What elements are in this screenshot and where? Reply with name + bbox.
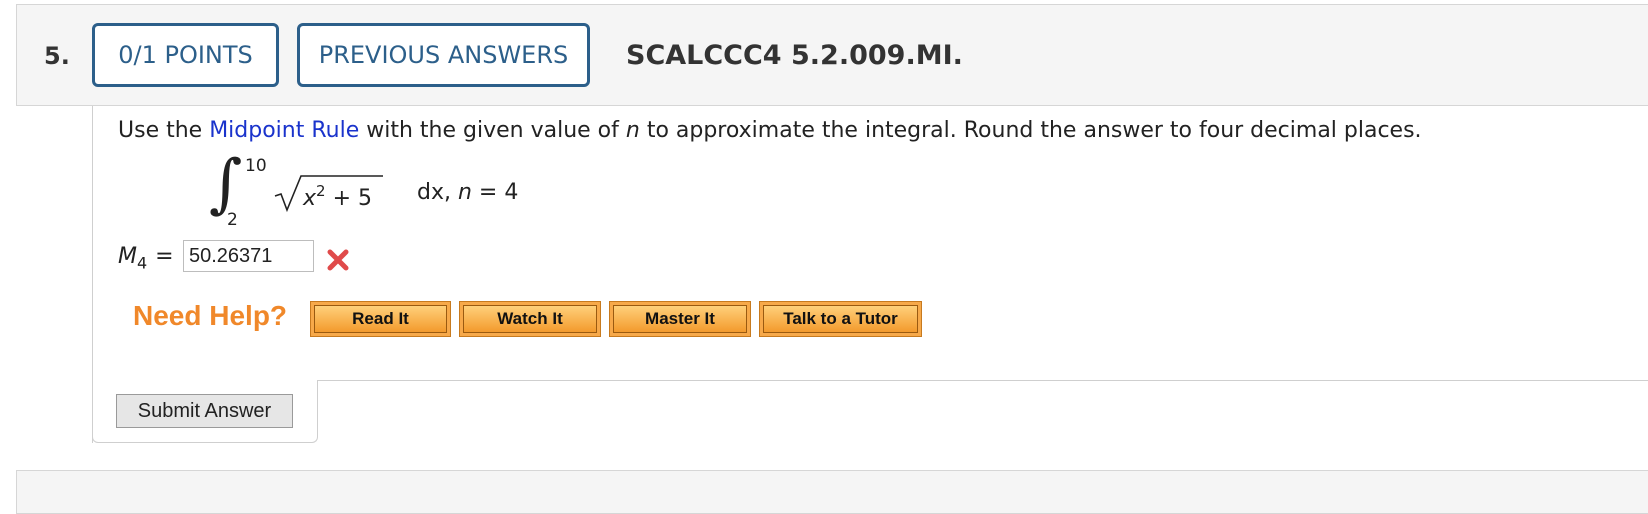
submit-answer-button[interactable]: Submit Answer [116,394,293,428]
integral-expression: ∫ 10 2 x2 + 5 dx, n = 4 [205,147,518,232]
integral-sign: ∫ [209,147,243,221]
talk-to-tutor-button[interactable]: Talk to a Tutor [759,301,922,337]
integral-tail: dx, n = 4 [417,180,519,205]
question-prompt: Use the Midpoint Rule with the given val… [118,118,1422,143]
next-question-header [16,470,1648,514]
radicand: x2 + 5 [303,182,372,211]
answer-label: M4 = [118,244,174,273]
points-badge: 0/1 POINTS [92,23,279,87]
incorrect-x-icon [327,249,349,271]
midpoint-rule-link[interactable]: Midpoint Rule [209,118,359,143]
integral-upper-limit: 10 [245,156,267,176]
card-divider [317,380,1648,381]
integral-lower-limit: 2 [227,210,238,230]
question-number: 5. [44,42,70,70]
master-it-button[interactable]: Master It [609,301,751,337]
watch-it-button[interactable]: Watch It [459,301,601,337]
previous-answers-button[interactable]: PREVIOUS ANSWERS [297,23,590,87]
question-id: SCALCCC4 5.2.009.MI. [626,40,963,71]
need-help-label: Need Help? [133,300,288,331]
read-it-button[interactable]: Read It [310,301,451,337]
answer-input[interactable] [183,240,314,272]
